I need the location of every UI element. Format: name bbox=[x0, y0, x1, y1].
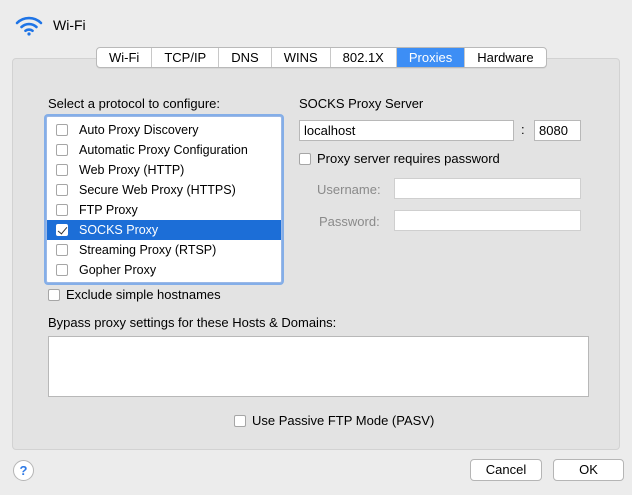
tab-wins[interactable]: WINS bbox=[272, 48, 331, 67]
exclude-simple-label: Exclude simple hostnames bbox=[66, 287, 221, 302]
passive-ftp-label: Use Passive FTP Mode (PASV) bbox=[252, 413, 435, 428]
protocol-row-auto-config[interactable]: Automatic Proxy Configuration bbox=[47, 140, 281, 160]
protocol-label: Streaming Proxy (RTSP) bbox=[79, 243, 217, 257]
protocol-label: FTP Proxy bbox=[79, 203, 138, 217]
password-field[interactable] bbox=[394, 210, 581, 231]
protocol-label: Secure Web Proxy (HTTPS) bbox=[79, 183, 236, 197]
proxy-host-input[interactable]: localhost bbox=[299, 120, 514, 141]
proxy-port-input[interactable]: 8080 bbox=[534, 120, 581, 141]
cancel-button[interactable]: Cancel bbox=[470, 459, 542, 481]
requires-password-label: Proxy server requires password bbox=[317, 151, 500, 166]
protocol-label: Auto Proxy Discovery bbox=[79, 123, 199, 137]
passive-ftp-checkbox[interactable] bbox=[234, 414, 246, 427]
bypass-hosts-textarea[interactable] bbox=[48, 336, 589, 397]
username-label: Username: bbox=[317, 182, 381, 197]
server-heading: SOCKS Proxy Server bbox=[299, 96, 424, 111]
ok-button[interactable]: OK bbox=[553, 459, 624, 481]
requires-password-checkbox[interactable] bbox=[299, 152, 311, 165]
protocol-row-https[interactable]: Secure Web Proxy (HTTPS) bbox=[47, 180, 281, 200]
tab-8021x[interactable]: 802.1X bbox=[331, 48, 397, 67]
help-button[interactable]: ? bbox=[13, 460, 34, 481]
tab-wifi[interactable]: Wi-Fi bbox=[97, 48, 153, 67]
exclude-simple-hostnames[interactable]: Exclude simple hostnames bbox=[48, 287, 221, 302]
protocol-label: SOCKS Proxy bbox=[79, 223, 159, 237]
passive-ftp[interactable]: Use Passive FTP Mode (PASV) bbox=[234, 413, 434, 428]
protocol-list[interactable]: Auto Proxy Discovery Automatic Proxy Con… bbox=[46, 116, 282, 283]
wifi-icon bbox=[15, 16, 43, 36]
tab-bar: Wi-Fi TCP/IP DNS WINS 802.1X Proxies Har… bbox=[96, 47, 547, 68]
protocol-label: Web Proxy (HTTP) bbox=[79, 163, 185, 177]
protocol-row-auto-discovery[interactable]: Auto Proxy Discovery bbox=[47, 120, 281, 140]
requires-password[interactable]: Proxy server requires password bbox=[299, 151, 500, 166]
protocol-list-heading: Select a protocol to configure: bbox=[48, 96, 220, 111]
protocol-checkbox[interactable] bbox=[56, 184, 68, 196]
password-label: Password: bbox=[319, 214, 380, 229]
username-field[interactable] bbox=[394, 178, 581, 199]
exclude-simple-checkbox[interactable] bbox=[48, 288, 60, 301]
protocol-row-rtsp[interactable]: Streaming Proxy (RTSP) bbox=[47, 240, 281, 260]
protocol-row-ftp[interactable]: FTP Proxy bbox=[47, 200, 281, 220]
protocol-row-socks[interactable]: SOCKS Proxy bbox=[47, 220, 281, 240]
protocol-checkbox[interactable] bbox=[56, 204, 68, 216]
protocol-checkbox[interactable] bbox=[56, 124, 68, 136]
protocol-checkbox[interactable] bbox=[56, 164, 68, 176]
protocol-checkbox[interactable] bbox=[56, 144, 68, 156]
protocol-row-gopher[interactable]: Gopher Proxy bbox=[47, 260, 281, 280]
window-title: Wi-Fi bbox=[53, 17, 86, 33]
protocol-row-http[interactable]: Web Proxy (HTTP) bbox=[47, 160, 281, 180]
protocol-checkbox[interactable] bbox=[56, 244, 68, 256]
protocol-label: Automatic Proxy Configuration bbox=[79, 143, 248, 157]
tab-hardware[interactable]: Hardware bbox=[465, 48, 545, 67]
tab-tcpip[interactable]: TCP/IP bbox=[152, 48, 220, 67]
tab-dns[interactable]: DNS bbox=[219, 48, 272, 67]
window-header: Wi-Fi bbox=[0, 0, 632, 46]
tab-proxies[interactable]: Proxies bbox=[396, 48, 466, 67]
host-port-separator: : bbox=[521, 122, 525, 137]
protocol-checkbox[interactable] bbox=[56, 224, 68, 236]
protocol-label: Gopher Proxy bbox=[79, 263, 157, 277]
protocol-checkbox[interactable] bbox=[56, 264, 68, 276]
bypass-label: Bypass proxy settings for these Hosts & … bbox=[48, 315, 337, 330]
